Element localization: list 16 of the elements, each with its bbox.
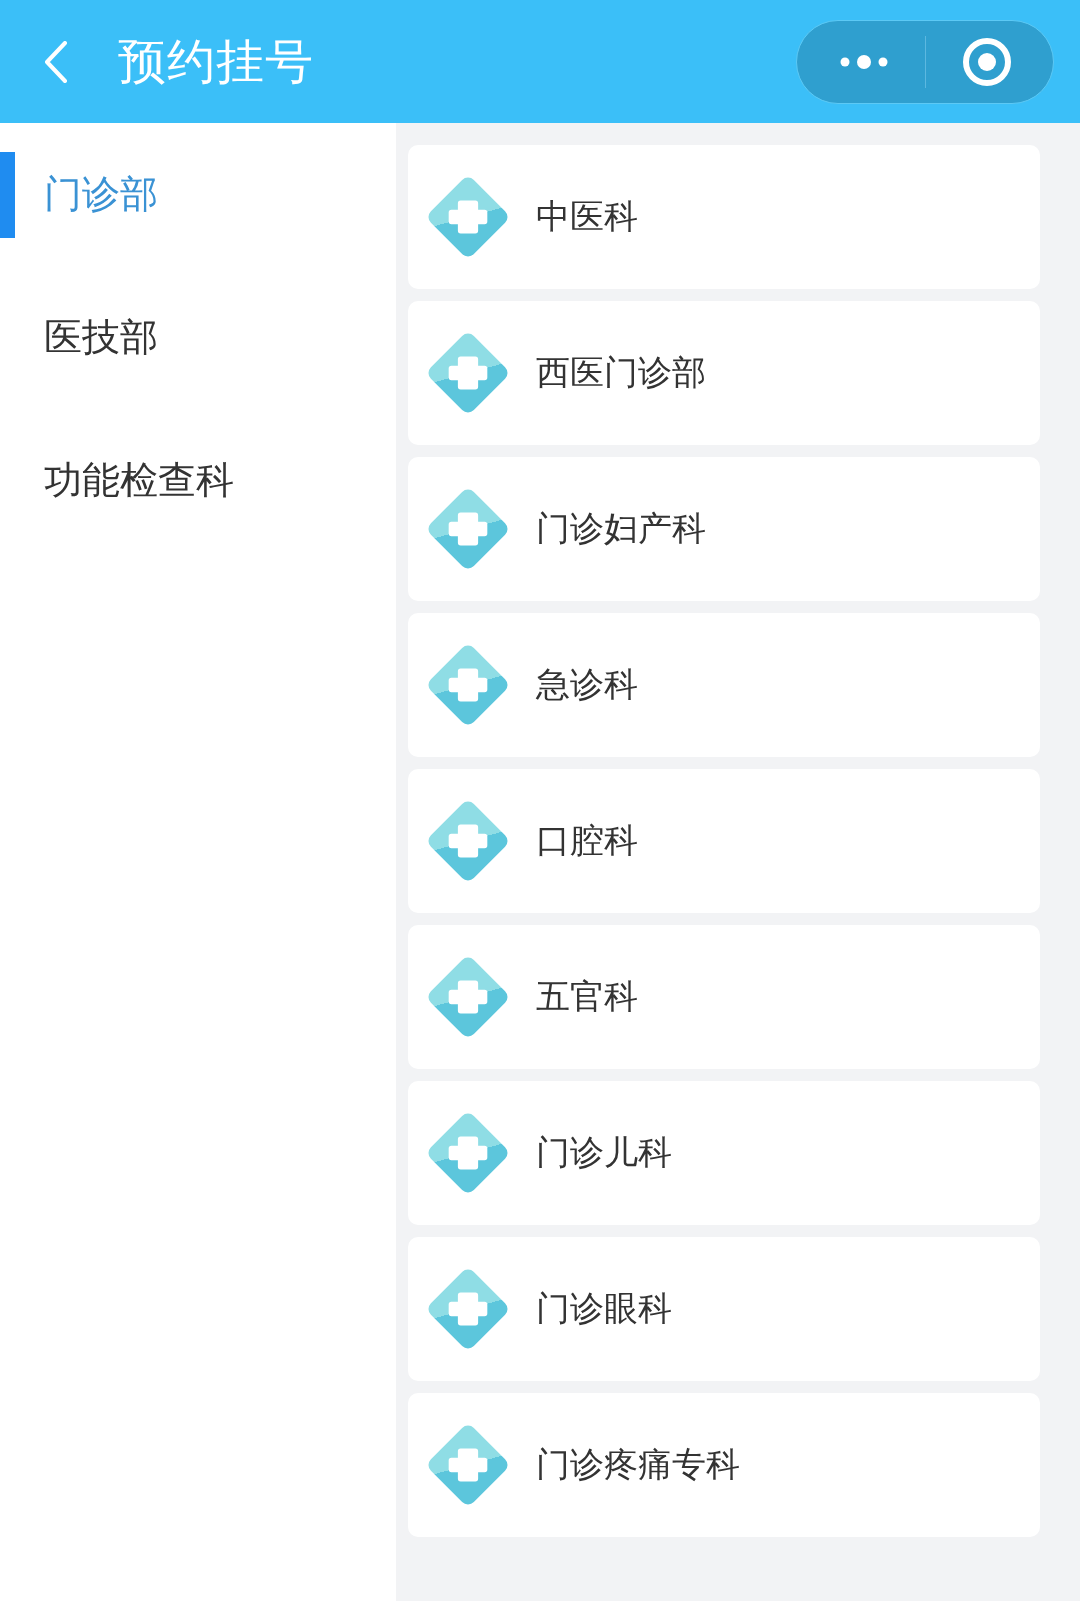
sidebar-item[interactable]: 功能检查科 xyxy=(0,409,396,552)
department-card[interactable]: 西医门诊部 xyxy=(408,301,1040,445)
department-card[interactable]: 门诊眼科 xyxy=(408,1237,1040,1381)
ring-dot-icon xyxy=(962,36,1013,87)
department-card[interactable]: 口腔科 xyxy=(408,769,1040,913)
department-card[interactable]: 中医科 xyxy=(408,145,1040,289)
department-card[interactable]: 门诊儿科 xyxy=(408,1081,1040,1225)
department-card[interactable]: 门诊妇产科 xyxy=(408,457,1040,601)
back-chevron-icon xyxy=(44,40,68,83)
department-card[interactable]: 门诊疼痛专科 xyxy=(408,1393,1040,1537)
department-card[interactable]: 急诊科 xyxy=(408,613,1040,757)
more-dots-icon xyxy=(839,54,888,69)
back-button[interactable] xyxy=(42,38,70,85)
department-card[interactable]: 五官科 xyxy=(408,925,1040,1069)
sidebar-item[interactable]: 医技部 xyxy=(0,266,396,409)
page-title: 预约挂号 xyxy=(118,32,314,91)
